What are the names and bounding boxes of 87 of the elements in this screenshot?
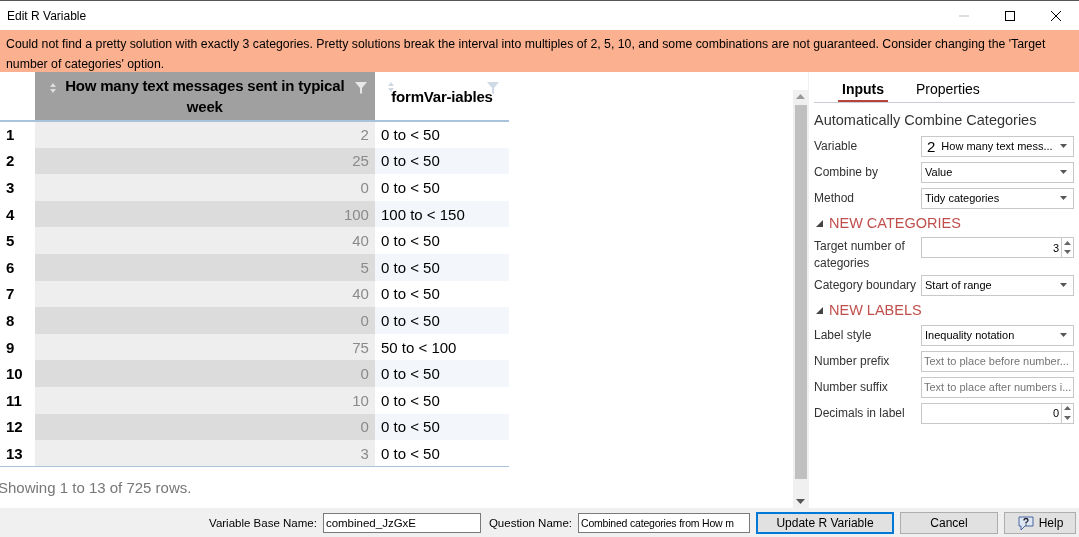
table-cell: 0 [34,413,375,441]
table-cell: 2 [34,121,375,148]
row-number: 2 [0,147,35,175]
scroll-down-icon[interactable] [796,499,805,504]
field-label: Label style [814,326,873,344]
caret-icon [1060,196,1067,200]
field-label: Decimals in label [814,404,906,422]
table-cell: 0 [34,174,375,201]
caret-icon [1060,144,1067,148]
row-number: 4 [0,200,35,228]
scrollbar-thumb[interactable] [794,105,807,479]
section-header: NEW LABELS [829,302,922,318]
row-number: 6 [0,253,35,281]
row-number: 11 [0,386,35,414]
maximize-icon[interactable] [1005,10,1015,21]
table-cell: 0 to < 50 [374,360,509,387]
table-cell: 100 to < 150 [374,200,509,228]
row-number: 13 [0,440,35,467]
field-label: Question Name: [488,516,572,529]
text-field[interactable]: Text to place after numbers i... [921,376,1074,398]
row-number: 10 [0,360,35,387]
caret-icon [1060,170,1067,174]
table-cell: 0 [34,307,375,334]
field-label: Category boundary [814,276,918,294]
dropdown[interactable]: Value [921,161,1074,183]
table-cell: 0 to < 50 [374,280,509,308]
text-field[interactable]: Combined categories from How m [578,512,750,533]
field-label: Variable Base Name: [209,516,317,529]
table-cell: 0 to < 50 [374,386,509,414]
dropdown[interactable]: Tidy categories [921,187,1074,209]
row-number: 12 [0,413,35,441]
table-cell: 25 [34,147,375,175]
field-label: Number suffix [814,378,889,396]
field-label: Number prefix [814,352,891,370]
text-field[interactable]: combined_JzGxE [322,512,481,533]
table-cell: 5 [34,253,375,281]
table-cell: 0 to < 50 [374,440,509,467]
dropdown[interactable]: 2 How many text mess... [921,135,1074,157]
table-cell: 0 to < 50 [374,227,509,254]
row-number: 7 [0,280,35,308]
table-cell: 0 to < 50 [374,307,509,334]
table-cell: 0 [34,360,375,387]
sort-icon[interactable] [386,81,395,93]
dropdown[interactable]: Inequality notation [921,324,1074,346]
table-cell: 40 [34,227,375,254]
caret-icon [1060,333,1067,337]
field-label: Target number of categories [814,238,906,272]
tab[interactable]: Properties [912,78,984,102]
collapse-icon[interactable] [816,219,823,227]
section-header: NEW CATEGORIES [829,215,961,231]
tab[interactable]: Inputs [838,78,888,102]
table-cell: 3 [34,440,375,467]
row-number: 8 [0,307,35,334]
panel-heading: Automatically Combine Categories [814,112,1038,128]
table-cell: 0 to < 50 [374,253,509,281]
collapse-icon[interactable] [816,306,823,314]
column-header[interactable]: formVar-iables [374,72,509,121]
field-label: Variable [814,137,859,155]
number-field[interactable]: 3 [921,237,1074,258]
field-label: Method [814,189,856,207]
spinner-arrows-icon[interactable] [1061,403,1073,423]
warning-banner: Could not find a pretty solution with exactly 3 categories. Pretty solutions break the interval into multiples of 2, 5, 10, and some combinations are not guaranteed. Consider changing the 'Target number of categories' option. [0,30,1079,72]
number-field[interactable]: 0 [921,402,1074,424]
field-label: Combine by [814,163,880,181]
help-icon [1016,514,1035,531]
row-number: 5 [0,227,35,254]
table-cell: 0 to < 50 [374,147,509,175]
row-number: 1 [0,121,35,148]
row-number: 9 [0,333,35,361]
row-number: 3 [0,174,35,201]
close-icon[interactable] [1051,10,1061,21]
table-cell: 0 to < 50 [374,413,509,441]
table-cell: 50 to < 100 [374,333,509,361]
table-cell: 10 [34,386,375,414]
update-button[interactable]: Update R Variable [756,511,894,534]
dropdown[interactable]: Start of range [921,274,1074,296]
window-title: Edit R Variable [7,8,88,23]
table-cell: 75 [34,333,375,361]
help-button[interactable]: Help [1004,511,1076,534]
cancel-button[interactable]: Cancel [900,511,998,534]
table-cell: 0 to < 50 [374,121,509,148]
table-cell: 40 [34,280,375,308]
spinner-arrows-icon[interactable] [1061,238,1073,257]
text-field[interactable]: Text to place before number... [921,350,1074,372]
caret-icon [1060,283,1067,287]
table-cell: 0 to < 50 [374,174,509,201]
table-cell: 100 [34,200,375,228]
